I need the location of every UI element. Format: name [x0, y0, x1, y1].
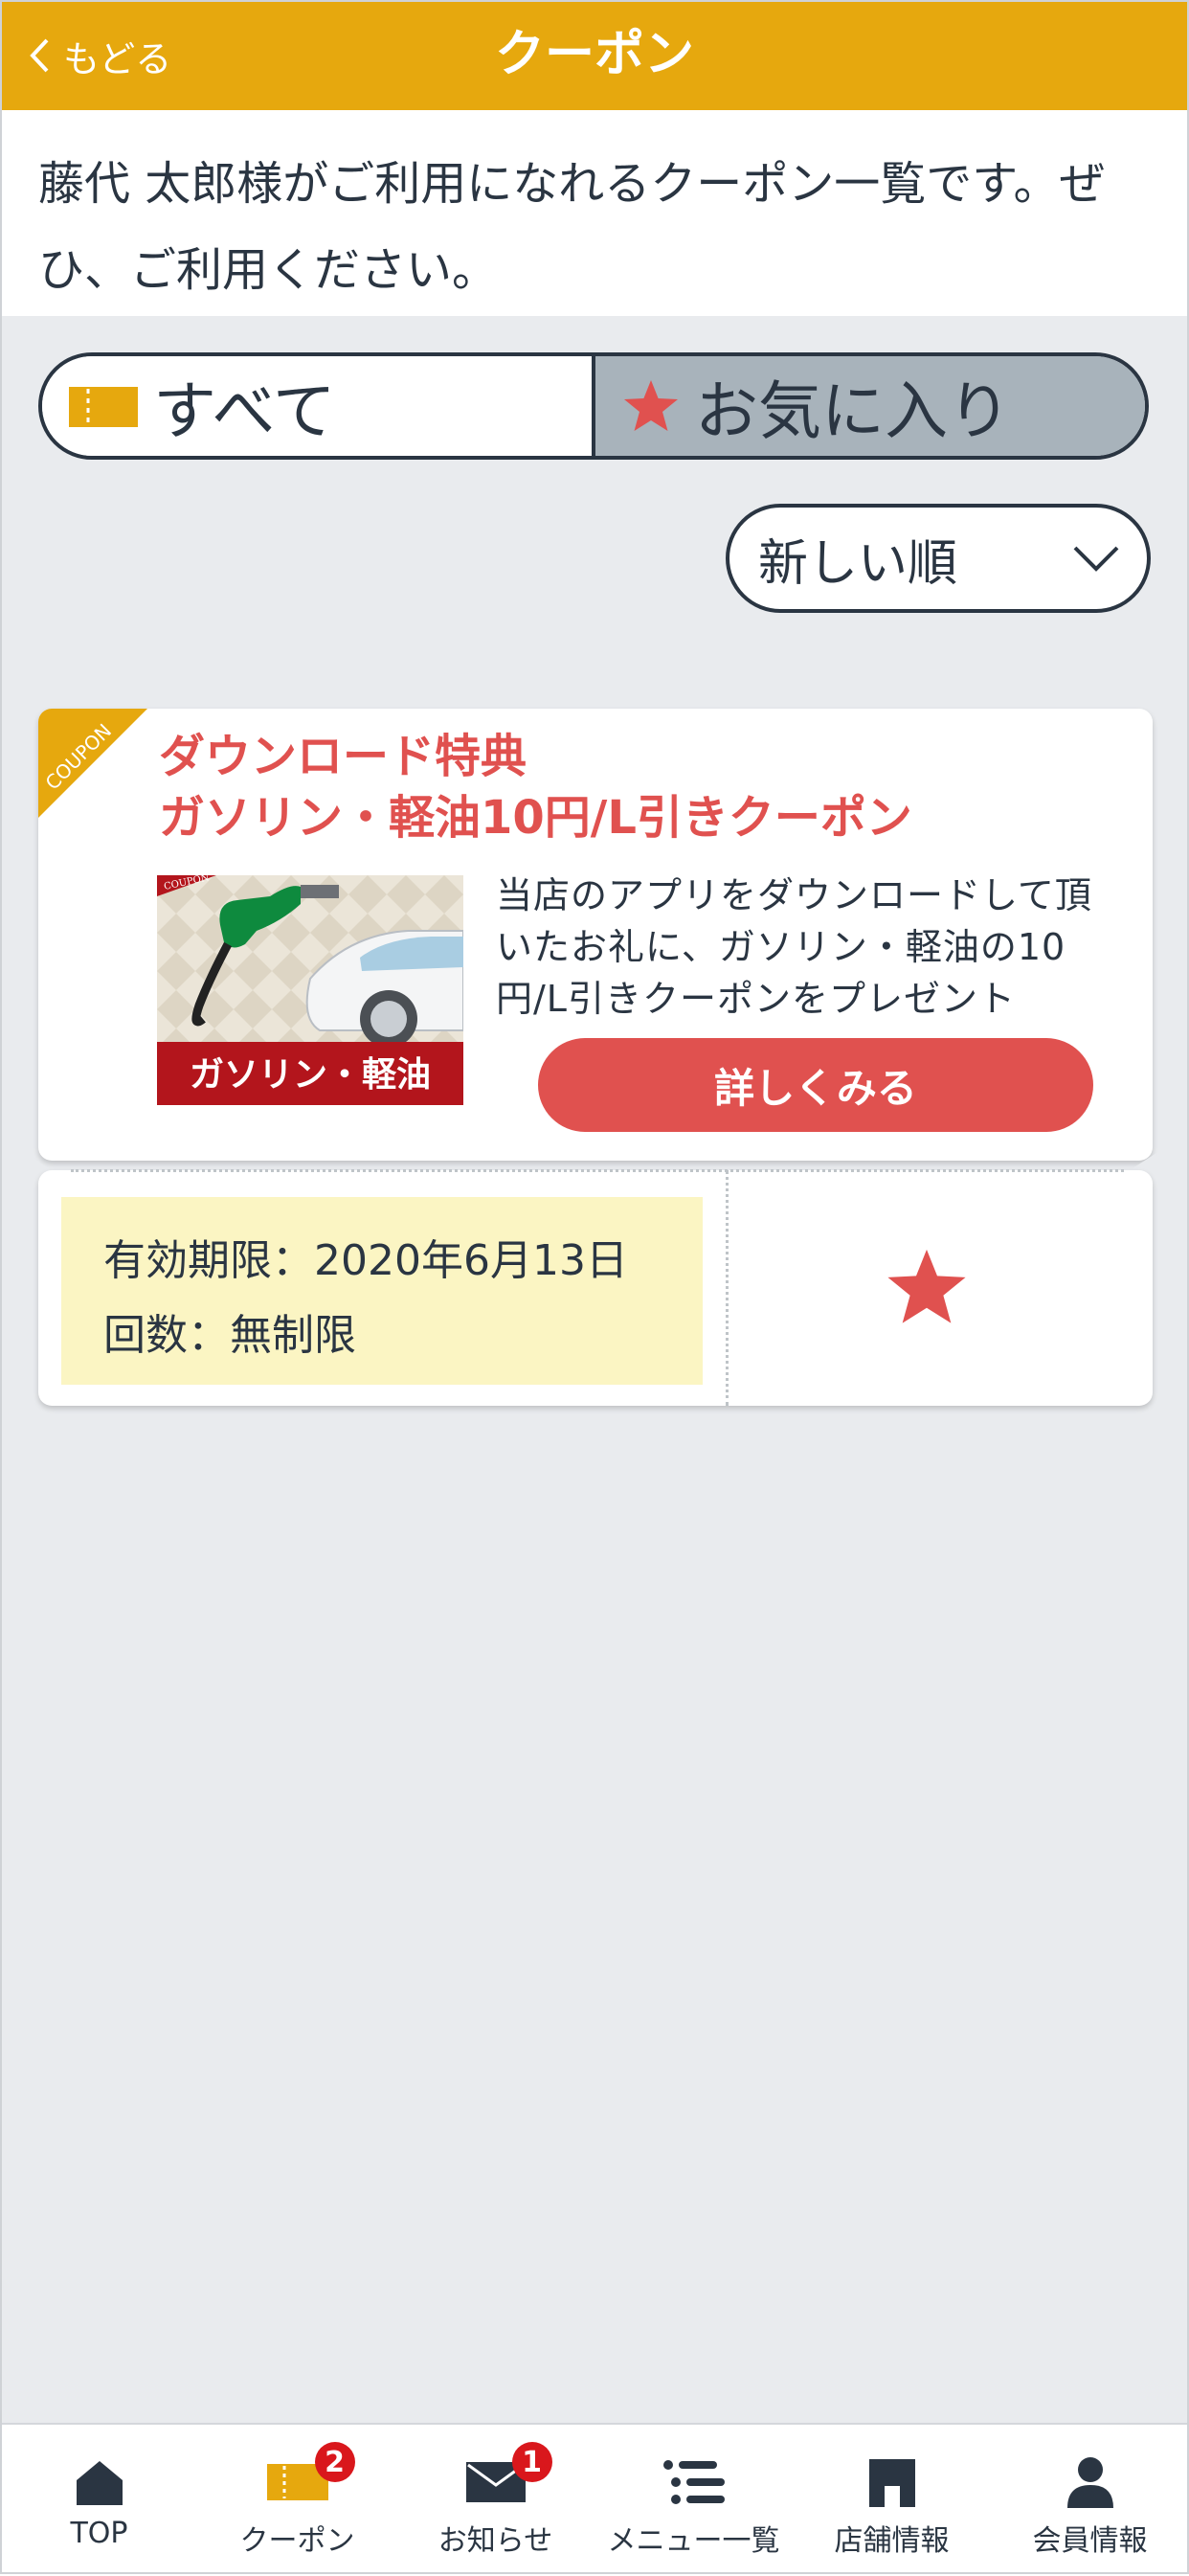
tab-label: 会員情報	[1032, 2524, 1148, 2558]
tab-menu-list[interactable]: メニュー一覧	[594, 2425, 793, 2576]
coupon-card[interactable]: COUPON ダウンロード特典 ガソリン・軽油10円/L引きクーポン COUPO…	[38, 709, 1153, 1161]
sort-select[interactable]: 新しい順	[726, 504, 1151, 613]
tab-news[interactable]: 1 お知らせ	[396, 2425, 594, 2576]
ticket-icon	[69, 383, 138, 429]
chevron-down-icon	[1073, 546, 1119, 572]
intro-text: 藤代 太郎様がご利用になれるクーポン一覧です。ぜひ、ご利用ください。	[0, 110, 1189, 316]
store-icon	[867, 2453, 917, 2511]
tab-label: TOP	[70, 2517, 128, 2550]
tab-store-info[interactable]: 店舗情報	[793, 2425, 991, 2576]
coupon-title-line2: ガソリン・軽油10円/L引きクーポン	[159, 791, 912, 845]
list-icon	[662, 2453, 725, 2511]
news-badge: 1	[511, 2442, 552, 2482]
person-icon	[1066, 2453, 1113, 2511]
tab-member-info[interactable]: 会員情報	[991, 2425, 1189, 2576]
home-icon	[75, 2453, 124, 2511]
coupon-stub: 有効期限：2020年6月13日 回数：無制限	[38, 1170, 1153, 1406]
tab-label: クーポン	[239, 2524, 355, 2558]
validity-date: 有効期限：2020年6月13日	[103, 1236, 628, 1285]
bottom-tab-bar: TOP 2 クーポン 1 お知らせ メニュー一覧 店舗情報 会員情報	[0, 2423, 1189, 2576]
stub-divider	[726, 1170, 729, 1406]
coupon-title: ダウンロード特典 ガソリン・軽油10円/L引きクーポン	[159, 726, 912, 848]
filter-favorite-label: お気に入り	[695, 374, 1011, 448]
mail-icon: 1	[465, 2442, 552, 2511]
page-title: クーポン	[494, 26, 694, 83]
tear-line	[71, 1169, 1124, 1172]
tab-label: 店舗情報	[834, 2524, 950, 2558]
tab-top[interactable]: TOP	[0, 2425, 198, 2576]
coupon-description: 当店のアプリをダウンロードして頂いたお礼に、ガソリン・軽油の10円/L引きクーポ…	[496, 874, 1092, 1020]
tab-label: メニュー一覧	[607, 2524, 780, 2558]
star-icon	[887, 1249, 966, 1323]
usage-count: 回数：無制限	[103, 1311, 356, 1360]
filter-favorite-tab[interactable]: お気に入り	[595, 356, 1145, 456]
header-bar: もどる クーポン	[0, 0, 1189, 110]
filter-all-label: すべて	[153, 374, 336, 448]
coupon-thumbnail: COUPON ガソリン・軽油	[157, 875, 463, 1105]
tab-label: お知らせ	[437, 2524, 553, 2558]
validity-box: 有効期限：2020年6月13日 回数：無制限	[61, 1197, 703, 1385]
ticket-icon: 2	[266, 2442, 355, 2511]
star-icon	[622, 378, 680, 434]
details-button[interactable]: 詳しくみる	[538, 1038, 1093, 1132]
filter-all-tab[interactable]: すべて	[42, 356, 595, 456]
thumb-caption: ガソリン・軽油	[190, 1055, 431, 1095]
coupon-title-line1: ダウンロード特典	[159, 730, 527, 783]
favorite-toggle[interactable]	[885, 1247, 969, 1331]
tab-coupon[interactable]: 2 クーポン	[198, 2425, 396, 2576]
sort-selected-value: 新しい順	[758, 534, 958, 593]
filter-segmented-control: すべて お気に入り	[38, 352, 1149, 460]
coupon-badge: 2	[314, 2442, 355, 2482]
